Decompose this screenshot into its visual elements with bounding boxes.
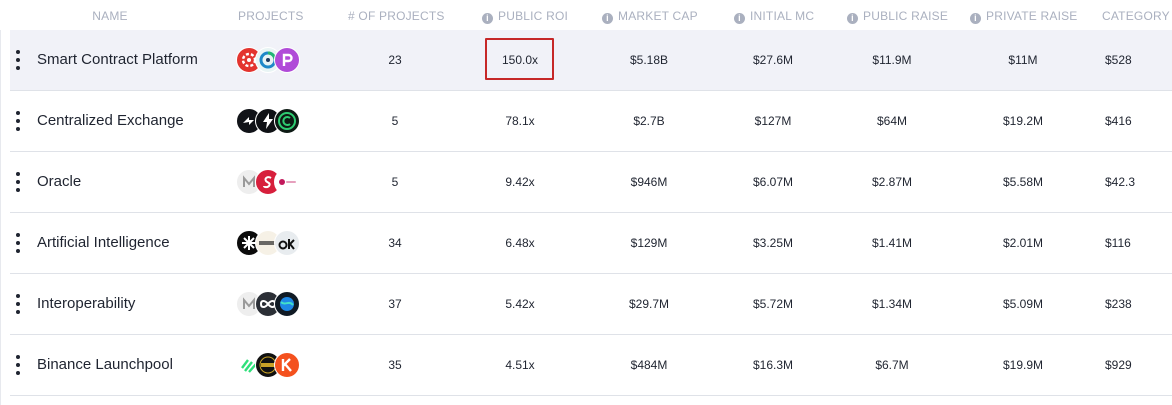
green-c-ring-token-icon	[274, 108, 300, 134]
category-cell: $116	[1105, 236, 1131, 250]
public-raise-cell: $64M	[876, 114, 908, 128]
more-options-icon[interactable]	[15, 111, 21, 131]
more-options-icon[interactable]	[15, 294, 21, 314]
public-raise-cell: $6.7M	[875, 358, 909, 372]
column-header-category[interactable]: CATEGORY	[1102, 9, 1172, 25]
initial-mc-cell: $3.25M	[752, 236, 794, 250]
info-icon[interactable]: i	[970, 13, 981, 24]
public-raise-cell: $1.41M	[871, 236, 913, 250]
public-roi-cell: 9.42x	[505, 175, 535, 189]
private-raise-cell: $11M	[1008, 53, 1038, 67]
category-name[interactable]: Smart Contract Platform	[37, 30, 227, 90]
info-icon[interactable]: i	[482, 13, 493, 24]
public-roi-cell: 6.48x	[505, 236, 535, 250]
category-cell: $238	[1105, 297, 1132, 311]
private-raise-cell: $19.9M	[1002, 358, 1044, 372]
market-cap-cell: $946M	[630, 175, 668, 189]
category-name[interactable]: Oracle	[37, 152, 227, 212]
more-options-icon[interactable]	[15, 172, 21, 192]
private-raise-cell: $2.01M	[1002, 236, 1044, 250]
more-options-icon[interactable]	[15, 233, 21, 253]
column-header-public-raise[interactable]: i PUBLIC RAISE	[847, 9, 948, 25]
column-header-initial-mc[interactable]: i INITIAL MC	[734, 9, 814, 25]
more-options-icon[interactable]	[15, 355, 21, 375]
category-name[interactable]: Interoperability	[37, 274, 227, 334]
initial-mc-cell: $6.07M	[752, 175, 794, 189]
table-row[interactable]: Oracle 5 9.42x $946M $6.07M $2.87M $5.58…	[10, 152, 1172, 213]
project-logos[interactable]	[236, 169, 306, 195]
table-row[interactable]: Interoperability 37 5.42x $29.7M $5.72M …	[10, 274, 1172, 335]
column-header-public-roi[interactable]: i PUBLIC ROI	[482, 9, 568, 25]
column-header-projects[interactable]: PROJECTS	[238, 9, 303, 25]
category-name[interactable]: Centralized Exchange	[37, 91, 227, 151]
private-raise-cell: $5.58M	[1002, 175, 1044, 189]
num-projects-cell: 23	[388, 53, 402, 67]
public-raise-cell: $1.34M	[871, 297, 913, 311]
column-header-num-projects[interactable]: # OF PROJECTS	[348, 9, 444, 25]
project-logos[interactable]	[236, 47, 306, 73]
category-cell: $42.3	[1105, 175, 1136, 189]
project-logos[interactable]	[236, 352, 306, 378]
category-name[interactable]: Binance Launchpool	[37, 335, 227, 395]
num-projects-cell: 35	[388, 358, 402, 372]
highlight-box	[485, 38, 554, 80]
private-raise-cell: $19.2M	[1002, 114, 1044, 128]
category-cell: $929	[1105, 358, 1132, 372]
category-name[interactable]: Artificial Intelligence	[37, 213, 227, 273]
num-projects-cell: 5	[391, 114, 399, 128]
table-left-border	[0, 30, 1, 405]
column-header-name[interactable]: NAME	[92, 9, 128, 25]
table-row[interactable]: Binance Launchpool 35 4.51x $484M $16.3M…	[10, 335, 1172, 396]
market-cap-cell: $2.7B	[633, 114, 665, 128]
table-header: NAME PROJECTS # OF PROJECTS i PUBLIC ROI …	[0, 0, 1172, 30]
column-header-market-cap[interactable]: i MARKET CAP	[602, 9, 698, 25]
ok-token-icon	[274, 230, 300, 256]
info-icon[interactable]: i	[734, 13, 745, 24]
market-cap-cell: $484M	[630, 358, 668, 372]
public-raise-cell: $2.87M	[871, 175, 913, 189]
market-cap-cell: $29.7M	[628, 297, 670, 311]
public-roi-cell: 78.1x	[505, 114, 535, 128]
category-cell: $416	[1105, 114, 1132, 128]
project-logos[interactable]	[236, 108, 306, 134]
info-icon[interactable]: i	[847, 13, 858, 24]
column-header-private-raise[interactable]: i PRIVATE RAISE	[970, 9, 1077, 25]
more-options-icon[interactable]	[15, 50, 21, 70]
market-cap-cell: $129M	[630, 236, 668, 250]
project-logos[interactable]	[236, 291, 306, 317]
public-roi-cell: 4.51x	[505, 358, 535, 372]
category-cell: $528	[1105, 53, 1132, 67]
public-raise-cell: $11.9M	[872, 53, 912, 67]
table-row[interactable]: Artificial Intelligence 34 6.48x $129M $…	[10, 213, 1172, 274]
public-roi-cell: 5.42x	[505, 297, 535, 311]
pink-dot-token-icon	[274, 169, 300, 195]
num-projects-cell: 34	[388, 236, 402, 250]
num-projects-cell: 37	[388, 297, 402, 311]
table-row[interactable]: Centralized Exchange 5 78.1x $2.7B $127M…	[10, 91, 1172, 152]
initial-mc-cell: $27.6M	[752, 53, 794, 67]
initial-mc-cell: $16.3M	[752, 358, 794, 372]
project-logos[interactable]	[236, 230, 306, 256]
info-icon[interactable]: i	[602, 13, 613, 24]
num-projects-cell: 5	[391, 175, 399, 189]
market-cap-cell: $5.18B	[629, 53, 669, 67]
blue-globe-token-icon	[274, 291, 300, 317]
purple-p-token-icon	[274, 47, 300, 73]
private-raise-cell: $5.09M	[1002, 297, 1044, 311]
table-row[interactable]: Smart Contract Platform 23 150.0x $5.18B…	[10, 30, 1172, 91]
category-table: NAME PROJECTS # OF PROJECTS i PUBLIC ROI …	[0, 0, 1172, 405]
initial-mc-cell: $127M	[754, 114, 792, 128]
orange-k-token-icon	[274, 352, 300, 378]
initial-mc-cell: $5.72M	[752, 297, 794, 311]
